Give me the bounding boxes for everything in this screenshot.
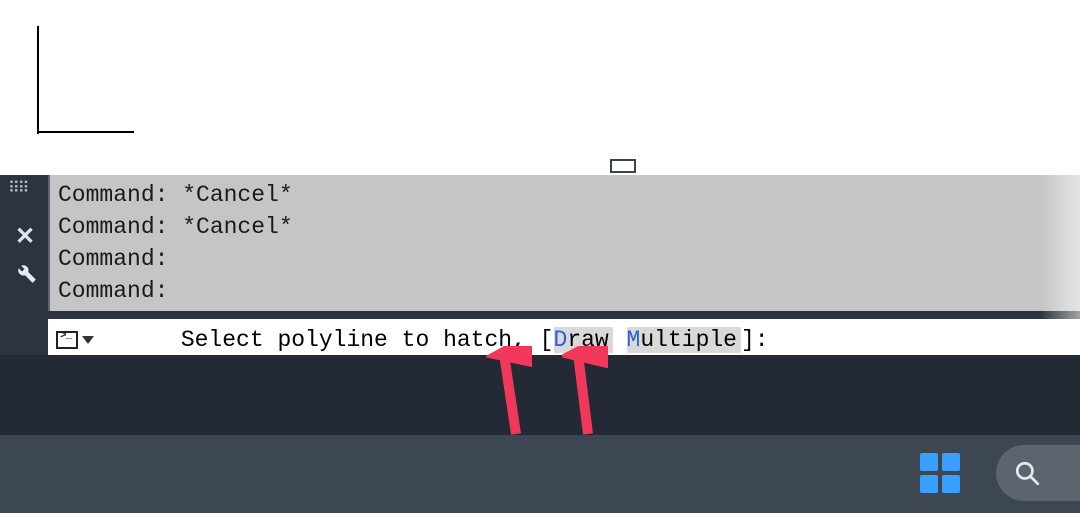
close-icon[interactable]: ✕: [15, 222, 35, 252]
option-multiple[interactable]: Multiple: [627, 327, 741, 353]
history-row: Command: *Cancel*: [58, 179, 1074, 211]
splitter-handle[interactable]: [610, 159, 636, 173]
command-prompt-icon: [56, 331, 78, 349]
command-history: Command: *Cancel* Command: *Cancel* Comm…: [48, 175, 1080, 311]
search-icon: [1014, 460, 1040, 486]
ucs-icon: [36, 26, 134, 134]
drag-handle-icon[interactable]: ⠿⠿: [8, 185, 27, 193]
settings-wrench-icon[interactable]: [12, 259, 38, 285]
history-row: Command: *Cancel*: [58, 211, 1074, 243]
taskbar-search[interactable]: [996, 445, 1080, 501]
status-bar-area: [0, 355, 1080, 435]
drawing-canvas[interactable]: [0, 0, 1080, 175]
windows-taskbar: [0, 435, 1080, 513]
start-button[interactable]: [920, 453, 960, 493]
command-line-panel: ⠿⠿ ✕ Command: *Cancel* Command: *Cancel*…: [0, 175, 1080, 361]
recent-commands-dropdown[interactable]: [82, 336, 94, 344]
history-row: Command:: [58, 243, 1074, 275]
option-draw[interactable]: Draw: [554, 327, 613, 353]
